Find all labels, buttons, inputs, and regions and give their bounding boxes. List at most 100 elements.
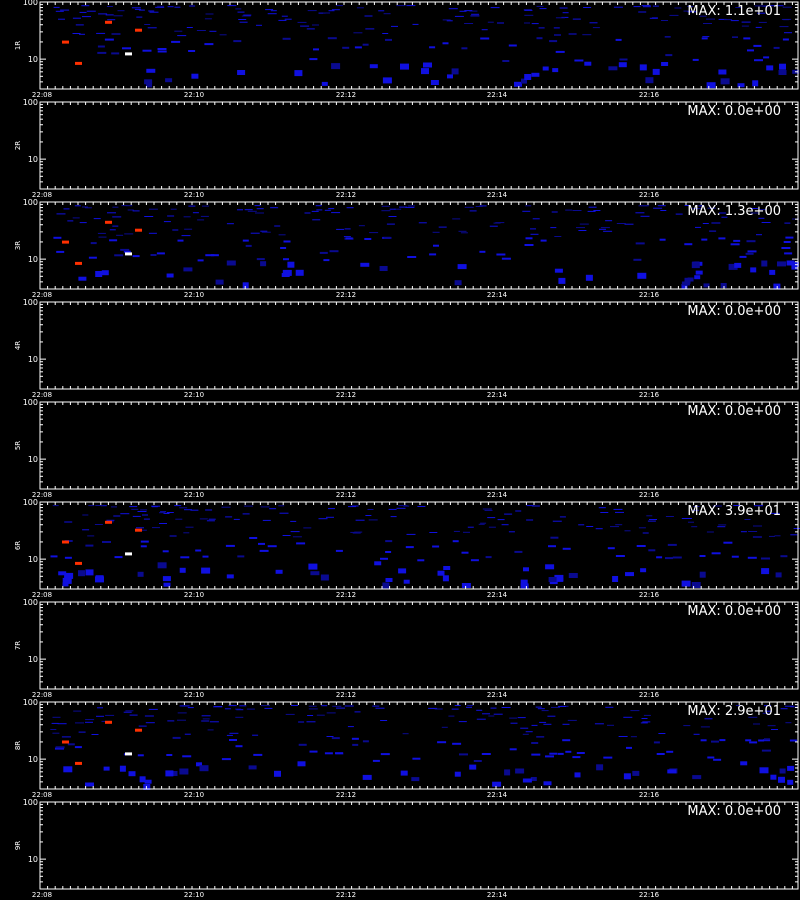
heatmap-cell (91, 734, 99, 735)
heatmap-cell (793, 528, 800, 529)
heatmap-cell (365, 515, 372, 516)
heatmap-cell (475, 206, 483, 207)
heatmap-cell (550, 227, 557, 229)
heatmap-cell (532, 218, 540, 220)
heatmap-cell (657, 205, 666, 207)
heatmap-cell (242, 513, 250, 515)
heatmap-cell (248, 765, 257, 770)
heatmap-cell-hot (75, 561, 82, 565)
heatmap-cell (362, 774, 372, 780)
heatmap-cell (777, 261, 786, 267)
heatmap-cell (523, 567, 529, 572)
heatmap-cell (547, 715, 556, 717)
heatmap-cell (764, 738, 770, 741)
heatmap-cell (166, 273, 174, 278)
x-tick-label: 22:12 (336, 691, 356, 699)
heatmap-cell-hot (105, 20, 112, 24)
heatmap-cell (562, 739, 571, 742)
heatmap-cell (348, 506, 356, 508)
heatmap-cell (536, 736, 545, 738)
heatmap-cell (458, 721, 467, 723)
heatmap-cell (719, 739, 726, 742)
heatmap-cell (558, 706, 567, 707)
y-tick-label: 100 (23, 698, 38, 707)
heatmap-cell (254, 205, 261, 207)
max-label: MAX: 1.3e+00 (687, 204, 781, 219)
heatmap-cell (451, 68, 459, 75)
x-tick-label: 22:12 (336, 791, 356, 799)
heatmap-cell (74, 205, 81, 207)
heatmap-cell (51, 722, 59, 724)
heatmap-cell (737, 83, 745, 88)
heatmap-cell (202, 718, 210, 720)
heatmap-cell (98, 13, 108, 15)
heatmap-cell (429, 253, 437, 256)
heatmap-cell (661, 20, 668, 21)
y-tick-label: 100 (23, 398, 38, 407)
heatmap-cell (658, 733, 666, 734)
heatmap-cell (215, 279, 224, 285)
heatmap-cell (278, 234, 286, 236)
heatmap-cell (548, 577, 557, 582)
heatmap-cell (52, 716, 61, 718)
heatmap-cell (535, 706, 542, 708)
heatmap-cell (205, 13, 214, 15)
heatmap-cell (706, 82, 716, 89)
plot-frame-4R (39, 301, 799, 390)
y-tick-label: 100 (23, 0, 38, 7)
heatmap-cell (53, 236, 62, 239)
heatmap-cell (396, 5, 406, 7)
heatmap-cell (79, 222, 87, 224)
heatmap-cell (321, 81, 328, 86)
heatmap-cell (780, 708, 788, 710)
heatmap-cell (72, 217, 80, 219)
heatmap-cell (378, 10, 385, 12)
heatmap-cell (403, 505, 410, 507)
heatmap-cell (740, 761, 748, 766)
heatmap-cell (360, 262, 370, 267)
heatmap-cell (524, 22, 530, 24)
heatmap-cell (156, 252, 165, 255)
heatmap-cell (345, 237, 353, 240)
heatmap-cell (258, 542, 265, 545)
heatmap-cell (531, 23, 539, 25)
heatmap-cell (109, 229, 116, 231)
heatmap-cell (630, 736, 637, 738)
heatmap-cell (93, 218, 101, 220)
heatmap-cell (274, 770, 281, 777)
heatmap-cell (237, 11, 245, 13)
heatmap-cell (111, 506, 117, 508)
heatmap-cell (761, 557, 770, 560)
heatmap-cell (139, 776, 146, 783)
heatmap-cell (125, 710, 134, 712)
heatmap-cell (243, 14, 252, 16)
heatmap-cell (344, 705, 354, 707)
heatmap-cell-hot (125, 252, 132, 256)
heatmap-cell (552, 520, 562, 522)
heatmap-cell (423, 62, 432, 68)
heatmap-cell (85, 569, 94, 576)
heatmap-cell (750, 267, 757, 273)
heatmap-cell (482, 713, 490, 715)
heatmap-cell (313, 48, 319, 51)
heatmap-cell (437, 741, 447, 744)
heatmap-cell (565, 209, 573, 211)
heatmap-cell (385, 578, 393, 582)
heatmap-cell (209, 721, 219, 723)
heatmap-cell (739, 255, 747, 258)
heatmap-cell (188, 205, 196, 207)
panel-3R: 100103R22:08 22:10 22:12 22:14 22:16MAX: 1.3… (14, 198, 799, 299)
heatmap-cell (152, 527, 160, 529)
heatmap-cell (442, 19, 451, 21)
heatmap-cell (356, 7, 364, 9)
heatmap-cell (167, 215, 175, 217)
heatmap-cell (106, 6, 113, 7)
heatmap-cell (452, 218, 461, 220)
heatmap-cell (63, 766, 73, 773)
heatmap-cell (687, 277, 694, 282)
y-tick-label: 10 (28, 855, 38, 864)
heatmap-cell (239, 705, 247, 707)
heatmap-cell (778, 70, 787, 75)
heatmap-cell (270, 207, 279, 209)
heatmap-cell (144, 715, 154, 717)
